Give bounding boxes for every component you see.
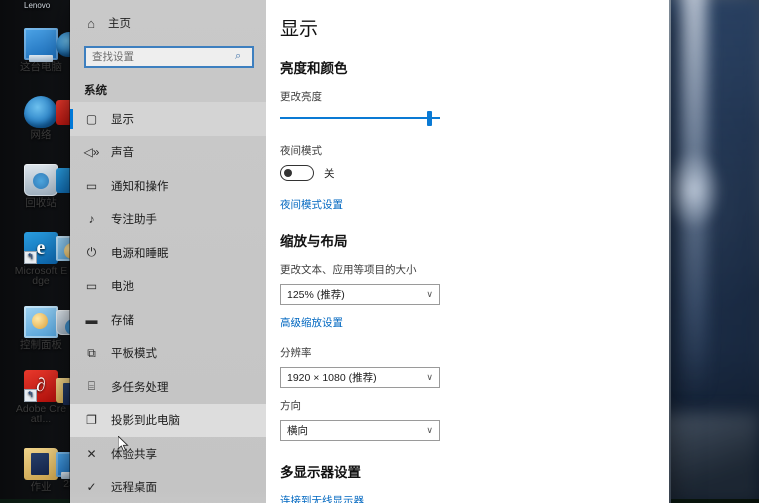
sidebar-item-home[interactable]: ⌂ 主页 <box>70 10 266 36</box>
sidebar-item-battery[interactable]: ▭ 电池 <box>70 270 266 304</box>
brightness-slider[interactable] <box>280 111 440 126</box>
desktop-icon-label: 网络 <box>30 129 52 141</box>
sidebar-item-multitasking[interactable]: ⌸ 多任务处理 <box>70 370 266 404</box>
moon-icon: ♪ <box>88 212 95 227</box>
share-icon: ✕ <box>86 446 97 461</box>
sidebar-item-label: 体验共享 <box>111 448 157 461</box>
section-heading-scale: 缩放与布局 <box>280 234 348 249</box>
night-mode-toggle-row: 关 <box>280 165 670 181</box>
orientation-dropdown[interactable]: 横向 ∨ <box>280 420 440 441</box>
sidebar-item-label: 存储 <box>111 314 134 327</box>
scale-label: 更改文本、应用等项目的大小 <box>280 264 417 276</box>
sidebar-item-tablet-mode[interactable]: ⧉ 平板模式 <box>70 337 266 371</box>
sidebar-item-display[interactable]: ▢ 显示 <box>70 102 266 136</box>
scale-and-layout-section: 缩放与布局 更改文本、应用等项目的大小 125% (推荐) ∨ 高级缩放设置 分… <box>280 230 670 441</box>
night-mode-toggle[interactable] <box>280 165 314 181</box>
advanced-scaling-link[interactable]: 高级缩放设置 <box>280 315 670 330</box>
sidebar-group-title: 系统 <box>84 85 107 97</box>
sidebar-item-power-sleep[interactable]: ⏻ 电源和睡眠 <box>70 236 266 270</box>
shortcut-arrow-icon: ↰ <box>24 251 37 264</box>
sidebar-item-label: 多任务处理 <box>111 381 169 394</box>
sidebar-item-shared-experiences[interactable]: ✕ 体验共享 <box>70 437 266 471</box>
multitask-icon: ⌸ <box>87 379 96 394</box>
storage-icon: ▬ <box>85 312 98 327</box>
project-icon: ❐ <box>86 413 97 428</box>
scale-dropdown[interactable]: 125% (推荐) ∨ <box>280 284 440 305</box>
lenovo-watermark: Lenovo <box>24 1 51 10</box>
sidebar-home-label: 主页 <box>108 18 131 30</box>
desktop-icon-label: 这台电脑 <box>20 61 62 73</box>
resolution-dropdown-value: 1920 × 1080 (推荐) <box>287 372 377 384</box>
notification-icon: ▭ <box>85 178 98 193</box>
scale-dropdown-value: 125% (推荐) <box>287 289 345 301</box>
night-mode-state: 关 <box>324 167 335 180</box>
settings-window: ⌂ 主页 ⌕ 系统 ▢ 显示 ◁» 声音 ▭ 通知和操作 ♪ 专注助手 ⏻ 电源… <box>70 0 670 503</box>
shortcut-arrow-icon: ↰ <box>24 389 37 402</box>
window-right-edge <box>669 0 671 503</box>
night-mode-settings-link[interactable]: 夜间模式设置 <box>280 197 670 212</box>
orientation-label: 方向 <box>280 400 301 412</box>
battery-icon: ▭ <box>85 279 98 294</box>
sidebar-item-projecting-to-this-pc[interactable]: ❐ 投影到此电脑 <box>70 403 266 437</box>
brightness-label: 更改亮度 <box>280 91 322 103</box>
chevron-down-icon: ∨ <box>426 289 433 299</box>
settings-sidebar: ⌂ 主页 ⌕ 系统 ▢ 显示 ◁» 声音 ▭ 通知和操作 ♪ 专注助手 ⏻ 电源… <box>70 0 266 503</box>
sidebar-item-storage[interactable]: ▬ 存储 <box>70 303 266 337</box>
desktop-icon-label: 控制面板 <box>20 339 62 351</box>
monitor-icon: ▢ <box>85 111 98 126</box>
slider-track <box>280 117 440 119</box>
desktop-icon-label: Adobe CreatI... <box>15 403 67 425</box>
sidebar-item-label: 平板模式 <box>111 348 157 361</box>
section-heading-brightness: 亮度和颜色 <box>280 61 348 76</box>
sidebar-item-focus-assist[interactable]: ♪ 专注助手 <box>70 203 266 237</box>
sidebar-item-label: 通知和操作 <box>111 180 169 193</box>
page-title: 显示 <box>280 19 319 40</box>
night-mode-label: 夜间模式 <box>280 145 322 157</box>
search-input[interactable] <box>84 46 254 68</box>
sidebar-item-sound[interactable]: ◁» 声音 <box>70 136 266 170</box>
chevron-down-icon: ∨ <box>426 372 433 382</box>
chevron-down-icon: ∨ <box>426 425 433 435</box>
connect-wireless-display-link[interactable]: 连接到无线显示器 <box>280 493 670 503</box>
search-container: ⌕ <box>84 46 254 68</box>
home-icon: ⌂ <box>87 15 95 31</box>
sidebar-scroll-fade <box>70 491 266 503</box>
settings-content: 显示 亮度和颜色 更改亮度 夜间模式 关 夜间模式设置 缩放与布局 更改文本、应… <box>266 0 670 503</box>
network-icon <box>24 96 58 128</box>
recycle-bin-icon <box>24 164 58 196</box>
power-icon: ⏻ <box>86 245 97 260</box>
folder-icon <box>24 448 58 480</box>
edge-icon-letter: e <box>36 236 46 259</box>
toggle-knob <box>284 169 292 177</box>
this-pc-icon <box>24 28 58 62</box>
brightness-and-color-section: 亮度和颜色 更改亮度 夜间模式 关 夜间模式设置 <box>280 57 670 212</box>
sidebar-item-label: 电源和睡眠 <box>111 247 169 260</box>
sidebar-item-label: 投影到此电脑 <box>111 415 180 428</box>
resolution-label: 分辨率 <box>280 347 312 359</box>
adobe-icon-letter: ∂ <box>36 375 46 396</box>
slider-thumb[interactable] <box>427 111 433 126</box>
sidebar-item-label: 声音 <box>111 147 134 160</box>
search-icon: ⌕ <box>235 50 242 62</box>
control-panel-icon <box>24 306 58 338</box>
speaker-icon: ◁» <box>83 145 100 160</box>
desktop-icon-label: Microsoft Edge <box>14 265 68 287</box>
sidebar-item-label: 专注助手 <box>111 214 157 227</box>
wallpaper-glow <box>663 150 723 230</box>
sidebar-item-notifications[interactable]: ▭ 通知和操作 <box>70 169 266 203</box>
sidebar-item-label: 电池 <box>111 281 134 294</box>
orientation-dropdown-value: 横向 <box>287 425 308 437</box>
section-heading-multi-display: 多显示器设置 <box>280 465 361 480</box>
tablet-icon: ⧉ <box>87 345 96 360</box>
sidebar-item-label: 显示 <box>111 113 134 126</box>
desktop-icon-label: 回收站 <box>25 197 57 209</box>
multiple-displays-section: 多显示器设置 连接到无线显示器 <box>280 461 670 503</box>
edge-icon: e ↰ <box>24 232 58 264</box>
resolution-dropdown[interactable]: 1920 × 1080 (推荐) ∨ <box>280 367 440 388</box>
adobe-creative-cloud-icon: ∂ ↰ <box>24 370 58 402</box>
